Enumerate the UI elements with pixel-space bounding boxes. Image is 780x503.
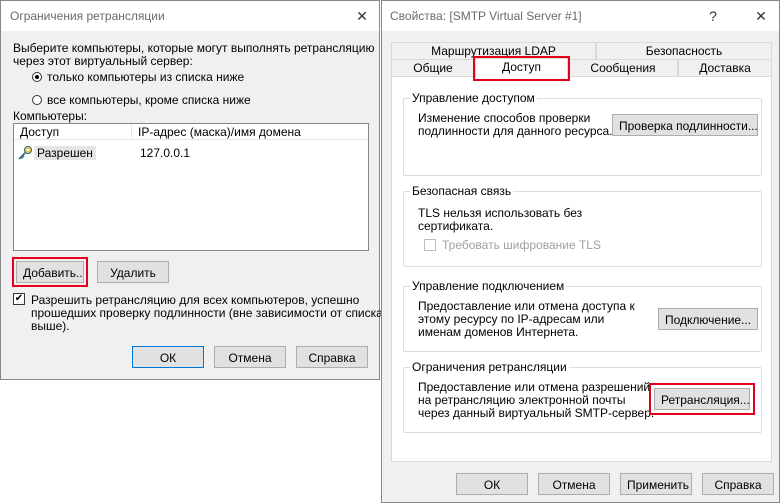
computers-list[interactable]: Доступ IP-адрес (маска)/имя домена Разре… xyxy=(13,123,369,251)
require-tls-checkbox[interactable] xyxy=(424,239,436,251)
connection-text2: этому ресурсу по IP-адресам или xyxy=(418,312,605,326)
group-secure-title: Безопасная связь xyxy=(410,184,514,198)
relay-text3: через данный виртуальный SMTP-сервер. xyxy=(418,406,655,420)
relay-dialog-titlebar: Ограничения ретрансляции ✕ xyxy=(1,1,379,31)
connection-button[interactable]: Подключение... xyxy=(658,308,758,330)
group-secure-communication: Безопасная связь TLS нельзя использовать… xyxy=(403,184,762,267)
allow-auth-line1: Разрешить ретрансляцию для всех компьюте… xyxy=(31,293,360,307)
ok-button[interactable]: ОК xyxy=(132,346,204,368)
group-connection-control: Управление подключением Предоставление и… xyxy=(403,279,762,352)
tab-access-highlight xyxy=(473,56,570,81)
column-header-ip[interactable]: IP-адрес (маска)/имя домена xyxy=(132,124,368,140)
require-tls-label: Требовать шифрование TLS xyxy=(442,238,601,252)
row-ip: 127.0.0.1 xyxy=(140,146,191,160)
relay-intro-line1: Выберите компьютеры, которые могут выпол… xyxy=(13,41,375,55)
allow-auth-line3: выше). xyxy=(31,319,70,333)
secure-text2: сертификата. xyxy=(418,219,494,233)
radio-only-list[interactable] xyxy=(32,72,42,82)
help-button[interactable]: Справка xyxy=(296,346,368,368)
access-control-text1: Изменение способов проверки xyxy=(418,111,591,125)
help-icon[interactable]: ? xyxy=(702,6,724,26)
key-icon xyxy=(17,145,33,161)
authentication-button[interactable]: Проверка подлинности... xyxy=(612,114,758,136)
relay-restrictions-dialog: Ограничения ретрансляции ✕ Выберите комп… xyxy=(0,0,383,380)
radio-all-except-label[interactable]: все компьютеры, кроме списка ниже xyxy=(47,93,251,107)
cancel-button[interactable]: Отмена xyxy=(538,473,610,495)
allow-auth-line2: прошедших проверку подлинности (вне зави… xyxy=(31,306,383,320)
computers-label: Компьютеры: xyxy=(13,109,88,123)
props-dialog-titlebar: Свойства: [SMTP Virtual Server #1] ? ✕ xyxy=(382,1,779,31)
group-connection-title: Управление подключением xyxy=(410,279,567,293)
access-control-text2: подлинности для данного ресурса. xyxy=(418,124,613,138)
remove-button[interactable]: Удалить xyxy=(97,261,169,283)
group-access-control-title: Управление доступом xyxy=(410,91,537,105)
add-button-highlight xyxy=(12,257,88,287)
access-tab-panel: Управление доступом Изменение способов п… xyxy=(391,76,772,462)
relay-dialog-title: Ограничения ретрансляции xyxy=(10,9,165,23)
close-icon[interactable]: ✕ xyxy=(351,6,373,26)
row-access: Разрешен xyxy=(34,146,96,160)
cancel-button[interactable]: Отмена xyxy=(214,346,286,368)
tab-security[interactable]: Безопасность xyxy=(596,42,772,59)
column-header-access[interactable]: Доступ xyxy=(14,124,132,140)
props-dialog-title: Свойства: [SMTP Virtual Server #1] xyxy=(390,9,582,23)
connection-text1: Предоставление или отмена доступа к xyxy=(418,299,635,313)
radio-only-list-label[interactable]: только компьютеры из списка ниже xyxy=(47,70,244,84)
radio-all-except[interactable] xyxy=(32,95,42,105)
group-relay-restrictions: Ограничения ретрансляции Предоставление … xyxy=(403,360,762,433)
smtp-properties-dialog: Свойства: [SMTP Virtual Server #1] ? ✕ М… xyxy=(381,0,780,503)
ok-button[interactable]: ОК xyxy=(456,473,528,495)
relay-intro-line2: через этот виртуальный сервер: xyxy=(13,54,193,68)
relay-text1: Предоставление или отмена разрешений xyxy=(418,380,651,394)
relay-button-highlight xyxy=(649,383,755,415)
allow-auth-checkbox[interactable]: ✔ xyxy=(13,293,25,305)
tab-delivery[interactable]: Доставка xyxy=(678,59,772,76)
close-icon[interactable]: ✕ xyxy=(750,6,772,26)
secure-text1: TLS нельзя использовать без xyxy=(418,206,583,220)
group-access-control: Управление доступом Изменение способов п… xyxy=(403,91,762,176)
tab-general[interactable]: Общие xyxy=(391,59,475,76)
tab-messages[interactable]: Сообщения xyxy=(568,59,678,76)
apply-button[interactable]: Применить xyxy=(620,473,692,495)
relay-text2: на ретрансляцию электронной почты xyxy=(418,393,626,407)
help-button[interactable]: Справка xyxy=(702,473,774,495)
table-row[interactable]: Разрешен 127.0.0.1 xyxy=(16,144,366,162)
group-relay-title: Ограничения ретрансляции xyxy=(410,360,569,374)
connection-text3: именам доменов Интернета. xyxy=(418,325,579,339)
